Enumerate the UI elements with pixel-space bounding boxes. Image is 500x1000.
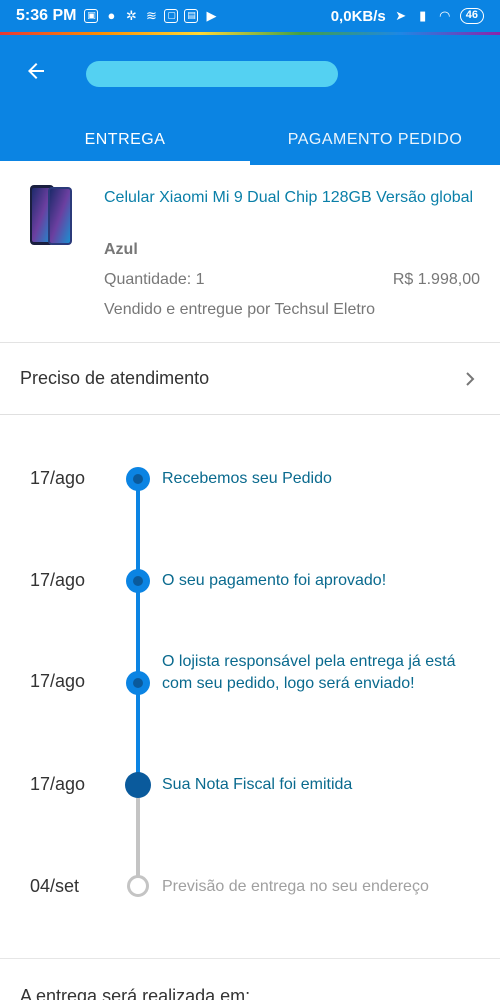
product-card: Celular Xiaomi Mi 9 Dual Chip 128GB Vers… <box>0 165 500 343</box>
drop-icon: ● <box>107 8 116 23</box>
event-dot-pending <box>127 875 149 897</box>
event-dot <box>126 569 150 593</box>
event-date: 17/ago <box>30 774 86 794</box>
status-time: 5:36 PM <box>16 7 77 24</box>
product-image <box>26 183 76 247</box>
event-text: O lojista responsável pela entrega já es… <box>162 653 456 692</box>
event-text: Recebemos seu Pedido <box>162 470 332 487</box>
wifi-icon: ◠ <box>439 8 450 23</box>
event-date: 04/set <box>30 876 80 896</box>
timeline-progress-line <box>136 479 140 787</box>
play-icon: ▶ <box>206 8 217 23</box>
help-row[interactable]: Preciso de atendimento <box>0 343 500 415</box>
network-speed: 0,0KB/s <box>330 7 386 25</box>
product-color: Azul <box>104 241 138 258</box>
event-text: O seu pagamento foi aprovado! <box>162 572 387 589</box>
location-icon: ➤ <box>395 8 407 23</box>
event-dot <box>126 671 150 695</box>
battery-icon: 46 <box>459 8 484 24</box>
product-title[interactable]: Celular Xiaomi Mi 9 Dual Chip 128GB Vers… <box>104 187 484 209</box>
product-price: R$ 1.998,00 <box>392 271 480 288</box>
event-date: 17/ago <box>30 468 86 488</box>
event-text: Previsão de entrega no seu endereço <box>162 878 429 895</box>
timeline-pending-line <box>136 787 140 887</box>
signal-icon: ▮ <box>419 8 427 23</box>
status-bar: 5:36 PM ▣ ● ✲ ≋ ▢ ▤ ▶ 0,0KB/s ➤ ▮ ◠ 46 <box>0 0 500 32</box>
event-dot-current <box>125 772 151 798</box>
product-seller: Vendido e entregue por Techsul Eletro <box>104 301 376 318</box>
tab-entrega[interactable]: ENTREGA <box>0 115 250 165</box>
event-text: Sua Nota Fiscal foi emitida <box>162 776 353 793</box>
help-label: Preciso de atendimento <box>20 368 210 388</box>
divider <box>0 958 500 959</box>
chevron-right-icon <box>460 369 480 389</box>
product-quantity: Quantidade: 1 <box>104 271 205 288</box>
delivery-info-heading: A entrega será realizada em: <box>20 986 251 1000</box>
tab-bar: ENTREGA PAGAMENTO PEDIDO <box>0 115 500 165</box>
back-arrow-icon[interactable] <box>18 53 54 89</box>
redacted-order-title <box>86 61 338 87</box>
shield-icon: ▢ <box>164 9 179 23</box>
pinwheel-icon: ✲ <box>126 8 137 23</box>
event-date: 17/ago <box>30 570 86 590</box>
delivery-timeline: 17/ago Recebemos seu Pedido 17/ago O seu… <box>0 415 500 960</box>
notification-icons: ▣ ● ✲ ≋ ▢ ▤ ▶ <box>84 9 218 23</box>
store-icon: ▤ <box>184 9 199 23</box>
app-notification-icon: ▣ <box>84 9 99 23</box>
status-right: 0,0KB/s ➤ ▮ ◠ 46 <box>331 8 484 25</box>
event-date: 17/ago <box>30 671 86 691</box>
tab-pagamento-pedido[interactable]: PAGAMENTO PEDIDO <box>250 115 500 165</box>
unread-icon: ≋ <box>146 8 157 23</box>
event-dot <box>126 467 150 491</box>
app-bar: ENTREGA PAGAMENTO PEDIDO <box>0 35 500 165</box>
